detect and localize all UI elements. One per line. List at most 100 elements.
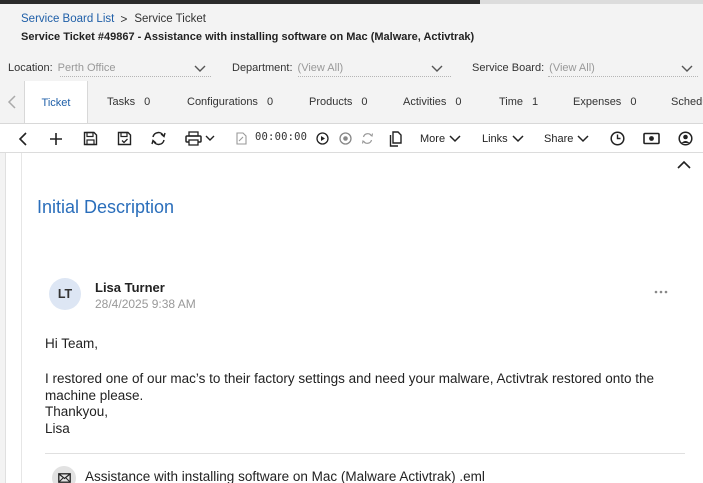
department-value: (View All) [297, 62, 344, 74]
printer-icon [185, 131, 215, 146]
links-menu-button[interactable]: Links [482, 129, 524, 148]
time-entry-button[interactable] [608, 129, 626, 148]
tab-count: 1 [532, 96, 539, 108]
plus-icon [50, 132, 62, 145]
tab-configurations[interactable]: Configurations 0 [187, 81, 273, 123]
tab-label: Expenses [573, 96, 622, 108]
service-board-underline [548, 76, 698, 77]
location-value: Perth Office [57, 62, 116, 74]
chevron-left-icon [18, 131, 27, 146]
note-greeting: Hi Team, [45, 336, 99, 351]
timer-entry-button[interactable] [234, 129, 248, 148]
note-body-line: machine please. [45, 388, 144, 403]
divider [45, 453, 685, 454]
links-menu-content: Links [482, 133, 524, 145]
tab-expenses[interactable]: Expenses 0 [573, 81, 636, 123]
chevron-down-icon [194, 65, 206, 72]
tab-activities[interactable]: Activities 0 [403, 81, 462, 123]
print-menu-button[interactable] [182, 129, 218, 148]
left-rail [0, 153, 6, 483]
save-button[interactable] [80, 129, 100, 148]
note-signature: Lisa [45, 421, 70, 436]
save-icon [83, 131, 97, 146]
ticket-title: Service Ticket #49867 - Assistance with … [21, 31, 475, 43]
tab-label: Ticket [41, 96, 71, 109]
avatar: LT [49, 278, 81, 310]
breadcrumb: Service Board List > Service Ticket [21, 12, 206, 26]
attachment-link[interactable]: Assistance with installing software on M… [85, 469, 485, 483]
chevron-up-icon[interactable] [676, 158, 692, 172]
expense-button[interactable] [641, 129, 661, 148]
contact-button[interactable] [676, 129, 694, 148]
play-icon [315, 132, 329, 145]
more-label: More [420, 132, 446, 145]
save-and-close-button[interactable] [114, 129, 134, 148]
breadcrumb-current: Service Ticket [134, 13, 206, 25]
timer-display: 00:00:00 [255, 131, 308, 143]
ticket-toolbar: 00:00:00 More Links Share [0, 124, 703, 153]
attachment-icon-wrap [52, 466, 76, 483]
back-button[interactable] [14, 129, 32, 148]
refresh-icon [150, 131, 166, 146]
tab-count: 0 [630, 96, 637, 108]
tab-products[interactable]: Products 0 [309, 81, 368, 123]
user-circle-icon [677, 131, 693, 146]
department-label: Department: [232, 62, 293, 74]
timer-start-button[interactable] [314, 129, 330, 148]
save-close-icon [117, 131, 131, 146]
tab-label: Products [309, 96, 353, 108]
share-label: Share [544, 132, 574, 145]
note-timestamp: 28/4/2025 9:38 AM [95, 297, 196, 311]
department-filter[interactable]: Department: (View All) [232, 59, 451, 77]
location-underline [60, 76, 211, 77]
service-board-label: Service Board: [472, 62, 545, 74]
refresh-button[interactable] [147, 129, 169, 148]
tab-label: Schedu [671, 96, 703, 108]
document-edit-icon [235, 132, 247, 145]
share-menu-content: Share [544, 133, 589, 145]
ticket-tabs: Ticket Tasks 0 Configurations 0 Products… [0, 81, 703, 124]
chevron-down-icon [449, 135, 461, 143]
chevron-down-icon [512, 135, 524, 143]
copy-button[interactable] [386, 129, 404, 148]
note-body-line: I restored one of our mac’s to their fac… [45, 371, 655, 386]
timer-reset-button[interactable] [359, 129, 375, 148]
page-header: Service Board List > Service Ticket Serv… [0, 4, 703, 57]
department-underline [298, 76, 451, 77]
tab-count: 0 [144, 96, 151, 108]
more-menu-button[interactable]: More [420, 129, 461, 148]
reset-icon [361, 133, 373, 144]
breadcrumb-separator-icon: > [120, 12, 128, 26]
tab-time[interactable]: Time 1 [499, 81, 538, 123]
location-label: Location: [8, 62, 53, 74]
note-closing: Thankyou, [45, 404, 109, 419]
section-title: Initial Description [37, 197, 175, 217]
money-icon [642, 132, 660, 145]
links-label: Links [482, 132, 508, 145]
filter-bar: Location: Perth Office Department: (View… [0, 57, 703, 81]
tab-count: 0 [455, 96, 462, 108]
tab-label: Time [499, 96, 524, 108]
tab-tasks[interactable]: Tasks 0 [107, 81, 150, 123]
tab-schedule[interactable]: Schedu [671, 81, 703, 123]
service-board-value: (View All) [549, 62, 595, 74]
chevron-down-icon [577, 135, 589, 143]
chevron-down-icon [431, 65, 443, 72]
more-menu-content: More [420, 133, 461, 145]
share-menu-button[interactable]: Share [544, 129, 589, 148]
service-board-filter[interactable]: Service Board: (View All) [472, 59, 700, 77]
clock-icon [609, 131, 625, 146]
breadcrumb-service-board-list[interactable]: Service Board List [21, 13, 114, 25]
tabs-scroll-left-icon[interactable] [4, 93, 20, 111]
tab-label: Configurations [187, 96, 258, 108]
location-filter[interactable]: Location: Perth Office [8, 59, 211, 77]
timer-stop-button[interactable] [337, 129, 353, 148]
tab-label: Tasks [107, 96, 136, 108]
envelope-icon [57, 473, 71, 483]
tab-label: Activities [403, 96, 447, 108]
copy-icon [389, 130, 402, 147]
add-button[interactable] [46, 129, 66, 148]
tab-count: 0 [361, 96, 368, 108]
tab-ticket[interactable]: Ticket [24, 81, 88, 123]
more-options-icon[interactable] [653, 286, 669, 298]
